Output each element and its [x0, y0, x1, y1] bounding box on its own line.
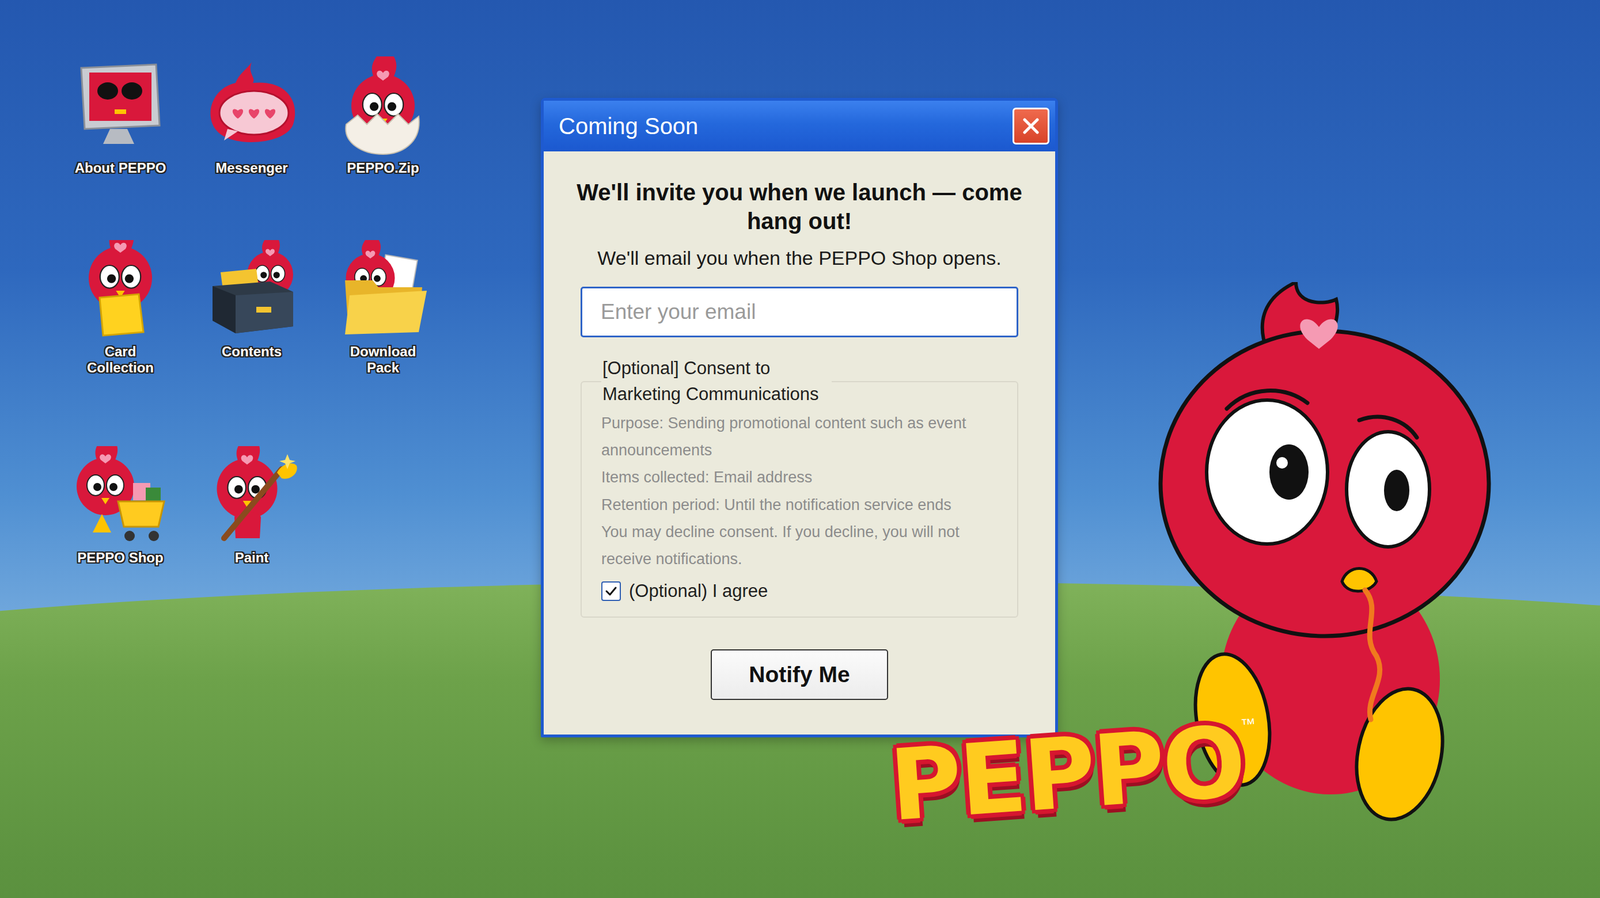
desktop-icon-label: PEPPO.Zip	[346, 160, 419, 177]
desktop-icon[interactable]: Card Collection	[54, 240, 187, 447]
card-icon	[69, 240, 172, 342]
desktop-icon-label: Paint	[234, 550, 269, 567]
email-input[interactable]	[580, 286, 1019, 338]
desktop-icon[interactable]: Download Pack	[317, 240, 449, 447]
folder-icon	[332, 240, 434, 342]
close-button[interactable]	[1012, 107, 1050, 145]
paint-icon	[201, 446, 303, 548]
consent-detail: Items collected: Email address	[601, 464, 998, 492]
heading: We'll invite you when we launch — come h…	[566, 177, 1033, 236]
consent-checkbox-row[interactable]: (Optional) I agree	[601, 581, 998, 602]
desktop-icon[interactable]: PEPPO Shop	[54, 446, 187, 574]
coming-soon-window: Coming Soon We'll invite you when we laun…	[540, 97, 1059, 738]
messenger-icon	[201, 56, 303, 158]
consent-box: [Optional] Consent to Marketing Communic…	[580, 355, 1019, 618]
desktop-icon-label: Download Pack	[336, 343, 430, 376]
desktop-icon[interactable]: Paint	[186, 446, 318, 574]
notify-button[interactable]: Notify Me	[710, 649, 889, 701]
logo-text: PEPPO	[886, 708, 1247, 841]
window-body: We'll invite you when we launch — come h…	[543, 151, 1056, 735]
consent-detail: Purpose: Sending promotional content suc…	[601, 410, 998, 465]
consent-checkbox[interactable]	[601, 581, 621, 602]
cart-icon	[69, 446, 172, 548]
close-icon	[1021, 116, 1041, 136]
desktop: About PEPPO Messenger PEPPO.Zip Card Collec…	[0, 0, 1600, 898]
drawer-icon	[201, 240, 303, 342]
consent-detail: Retention period: Until the notification…	[601, 491, 998, 519]
desktop-icon[interactable]: About PEPPO	[54, 56, 187, 241]
peppo-logo: PEPPO™	[886, 707, 1262, 841]
consent-detail: You may decline consent. If you decline,…	[601, 518, 998, 574]
title-bar[interactable]: Coming Soon	[543, 100, 1056, 152]
egg-icon	[332, 56, 434, 158]
desktop-icon-label: About PEPPO	[74, 160, 167, 177]
desktop-icon-label: Card Collection	[74, 343, 167, 376]
consent-checkbox-label: (Optional) I agree	[628, 581, 768, 602]
desktop-icon-label: Contents	[221, 343, 282, 360]
desktop-icon[interactable]: Messenger	[186, 56, 318, 241]
desktop-icon-label: PEPPO Shop	[77, 550, 163, 567]
subtext: We'll email you when the PEPPO Shop open…	[597, 247, 1002, 270]
check-icon	[604, 584, 618, 599]
desktop-icon[interactable]: Contents	[186, 240, 318, 447]
desktop-icon[interactable]: PEPPO.Zip	[317, 56, 449, 241]
window-title: Coming Soon	[558, 112, 1013, 140]
trademark-mark: ™	[1240, 715, 1257, 735]
desktop-icon-label: Messenger	[215, 160, 288, 177]
monitor-icon	[69, 56, 172, 158]
consent-title: [Optional] Consent to Marketing Communic…	[601, 355, 832, 408]
